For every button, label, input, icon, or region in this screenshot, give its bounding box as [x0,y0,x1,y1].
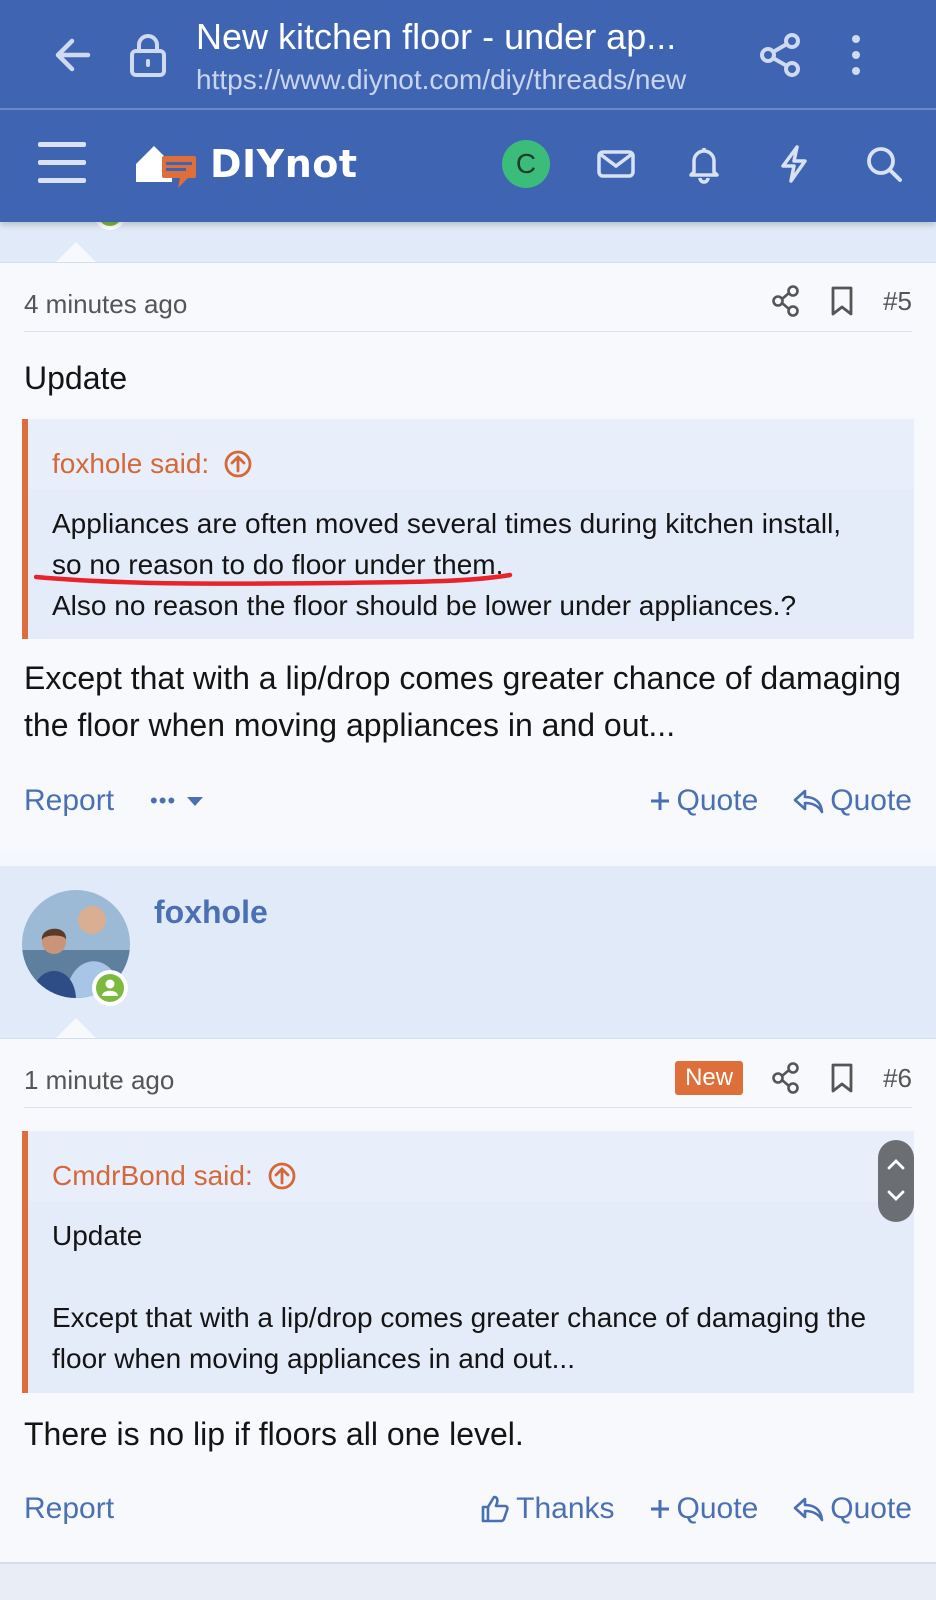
post5-quote-header[interactable]: foxhole said: [28,419,914,489]
post6-number[interactable]: #6 [883,1063,912,1094]
search-icon[interactable] [864,144,904,184]
post6-quote-line1: Update [52,1220,143,1251]
multi-quote-label: Quote [676,784,759,817]
url-text[interactable]: https://www.diynot.com/diy/threads/new [196,64,728,96]
bell-icon[interactable] [684,144,724,184]
post5-meta-actions: #5 [771,285,912,317]
thanks-button[interactable]: Thanks [480,1492,615,1526]
thanks-label: Thanks [516,1492,615,1525]
reply-icon [793,789,824,814]
share-icon[interactable] [758,32,804,78]
post5-quote-author[interactable]: foxhole said: [52,448,209,480]
post6-quote-header[interactable]: CmdrBond said: [28,1131,914,1201]
red-underline-annotation [34,572,513,586]
more-dots: ••• [150,788,177,813]
quote-button[interactable]: Quote [792,784,912,818]
more-options-menu[interactable]: ••• [150,788,204,814]
quote-button[interactable]: Quote [792,1492,912,1526]
arrow-up-circle-icon[interactable] [267,1161,297,1191]
post5-user-strip [0,204,936,262]
post5-timestamp[interactable]: 4 minutes ago [24,289,187,320]
quote-label: Quote [830,784,912,817]
multi-quote-label: Quote [676,1492,759,1525]
more-vert-icon[interactable] [846,32,866,78]
logo-text: DIYnot [210,142,358,186]
online-status-indicator [92,970,128,1006]
caret-down-icon [187,797,204,806]
reply-icon [793,1497,824,1522]
post6-username[interactable]: foxhole [154,894,268,931]
post5-number[interactable]: #5 [883,286,912,317]
post6-action-bar: Report Thanks Quote Quote [24,1487,912,1531]
person-icon [102,979,118,996]
back-arrow-icon[interactable] [48,30,98,80]
page-title: New kitchen floor - under ap... [196,16,677,57]
mail-icon[interactable] [596,144,636,184]
site-header: DIYnot C [0,110,936,222]
post6-separator [24,1107,912,1108]
bookmark-icon[interactable] [829,1062,855,1094]
thumbs-up-icon [481,1495,509,1523]
next-post-strip [0,1562,936,1600]
logo-house-icon [136,146,196,188]
site-logo[interactable]: DIYnot [132,138,362,194]
menu-icon[interactable] [38,142,86,186]
post6-quote-block: CmdrBond said: Update Except that with a… [22,1131,914,1393]
post5-quote-body: Appliances are often moved several times… [28,489,914,646]
post5-separator [24,331,912,332]
plus-icon [650,1500,669,1518]
post5-quote-block: foxhole said: Appliances are often moved… [22,419,914,639]
arrow-up-circle-icon[interactable] [223,449,253,479]
scroll-navigator[interactable] [878,1140,914,1222]
multi-quote-button[interactable]: Quote [649,1492,759,1526]
multi-quote-button[interactable]: Quote [649,784,759,818]
share-icon[interactable] [771,1062,801,1094]
quote-label: Quote [830,1492,912,1525]
scroll-arrows-icon [887,1159,905,1201]
user-avatar-button[interactable]: C [502,140,550,188]
post5-action-bar: Report ••• Quote Quote [24,779,912,823]
post5-body-text: Except that with a lip/drop comes greate… [24,660,901,743]
post6-quote-body: Update Except that with a lip/drop comes… [28,1201,914,1399]
thread-content: 4 minutes ago #5 Update foxhole said: Ap… [0,204,936,1600]
share-icon[interactable] [771,285,801,317]
report-link[interactable]: Report [24,784,114,818]
new-badge: New [675,1061,744,1095]
post6-meta-actions: New #6 [675,1061,912,1095]
report-link[interactable]: Report [24,1492,114,1526]
post5-notch [56,242,96,262]
browser-toolbar: New kitchen floor - under ap... https://… [0,0,936,108]
lock-icon[interactable] [126,32,170,78]
post5-quote-line1: Appliances are often moved several times… [52,508,842,539]
post6-quote-author[interactable]: CmdrBond said: [52,1160,253,1192]
plus-icon [650,792,669,810]
post6-user-strip: foxhole [0,866,936,1038]
post5-quote-line3: Also no reason the floor should be lower… [52,590,797,621]
post6-body-text: There is no lip if floors all one level. [24,1416,524,1452]
post-6: 1 minute ago New #6 CmdrBond said: Updat… [0,1018,936,1562]
post6-quote-line2: Except that with a lip/drop comes greate… [52,1302,867,1374]
post6-timestamp[interactable]: 1 minute ago [24,1065,174,1096]
post6-notch [56,1018,96,1038]
lightning-icon[interactable] [774,144,814,184]
post5-lead-text: Update [24,360,128,396]
bookmark-icon[interactable] [829,285,855,317]
post-5: 4 minutes ago #5 Update foxhole said: Ap… [0,242,936,852]
